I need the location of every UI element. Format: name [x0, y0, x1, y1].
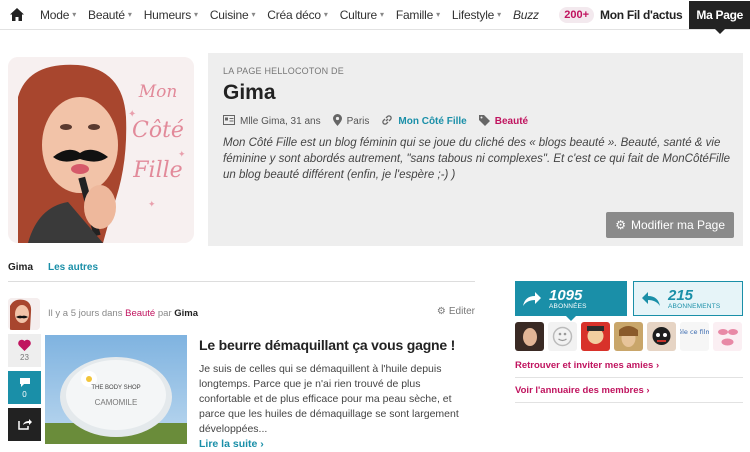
followers-counter[interactable]: 1095 ABONNÉES	[515, 281, 627, 321]
meta-city: Paris	[332, 114, 369, 129]
invite-friends-link[interactable]: Retrouver et inviter mes amies ›	[515, 360, 659, 371]
svg-text:Fille: Fille	[132, 158, 182, 183]
post-actions: 23 0	[8, 334, 41, 445]
profile-info-box: LA PAGE HELLOCOTON DE Gima Mlle Gima, 31…	[208, 53, 743, 246]
post-category-link[interactable]: Beauté	[125, 308, 155, 319]
feed-tabs: Gima Les autres	[8, 262, 98, 273]
like-button[interactable]: 23	[8, 334, 41, 367]
post-excerpt: Je suis de celles qui se démaquillent à …	[199, 363, 459, 450]
svg-text:✦: ✦	[178, 149, 186, 159]
member-directory-link[interactable]: Voir l'annuaire des membres ›	[515, 385, 650, 396]
friend-avatar[interactable]	[581, 322, 610, 351]
edit-post-link[interactable]: ⚙ Editer	[437, 306, 475, 317]
comment-icon	[19, 377, 31, 390]
read-more-link[interactable]: Lire la suite ›	[199, 438, 264, 450]
chevron-down-icon: ▾	[251, 10, 256, 19]
post-author-link[interactable]: Gima	[174, 308, 198, 319]
profile-description: Mon Côté Fille est un blog féminin qui s…	[223, 137, 731, 181]
notification-count-badge[interactable]: 200+	[559, 7, 595, 23]
friend-avatar[interactable]	[647, 322, 676, 351]
chevron-down-icon: ▾	[194, 10, 198, 19]
post-header: Il y a 5 jours dans Beauté par Gima ⚙ Ed…	[8, 298, 475, 330]
nav-item-crea-deco[interactable]: Créa déco ▾	[261, 0, 333, 30]
svg-text:THE BODY SHOP: THE BODY SHOP	[91, 385, 140, 391]
nav-item-humeurs[interactable]: Humeurs ▾	[138, 0, 204, 30]
profile-meta: Mlle Gima, 31 ans Paris Mon Côté Fille B…	[223, 114, 728, 129]
svg-text:✦: ✦	[148, 199, 156, 209]
profile-label: LA PAGE HELLOCOTON DE	[223, 66, 344, 76]
svg-text:Côté: Côté	[132, 118, 184, 143]
like-count: 23	[20, 353, 29, 362]
share-button[interactable]	[8, 408, 41, 441]
avatar[interactable]	[8, 298, 40, 330]
tag-icon	[478, 114, 490, 129]
friend-avatar[interactable]	[614, 322, 643, 351]
news-feed-link[interactable]: Mon Fil d'actus	[600, 8, 683, 22]
gear-icon: ⚙	[615, 218, 626, 232]
nav-item-mode[interactable]: Mode ▾	[34, 0, 82, 30]
svg-text:Mon: Mon	[138, 82, 178, 102]
profile-name: Gima	[223, 81, 276, 104]
post-meta: Il y a 5 jours dans Beauté par Gima	[48, 308, 199, 319]
edit-page-button[interactable]: ⚙ Modifier ma Page	[606, 212, 734, 238]
tab-gima[interactable]: Gima	[8, 262, 33, 273]
tabs-divider	[8, 281, 475, 282]
post-image[interactable]: THE BODY SHOP CAMOMILE	[45, 335, 187, 444]
id-card-icon	[223, 115, 235, 128]
gear-icon: ⚙	[436, 306, 446, 317]
share-icon	[17, 417, 32, 432]
nav-item-beaute[interactable]: Beauté ▾	[82, 0, 138, 30]
chevron-down-icon: ▾	[497, 10, 501, 19]
link-icon	[381, 114, 393, 129]
nav-item-famille[interactable]: Famille ▾	[390, 0, 446, 30]
home-icon[interactable]	[0, 0, 34, 30]
reply-arrow-icon	[634, 291, 668, 306]
nav-item-cuisine[interactable]: Cuisine ▾	[204, 0, 261, 30]
following-counter[interactable]: 215 ABONNEMENTS	[633, 281, 743, 316]
nav-right: 200+ Mon Fil d'actus Ma Page	[559, 0, 750, 34]
meta-blog-link[interactable]: Mon Côté Fille	[381, 114, 467, 129]
svg-text:Mêle ce film !: Mêle ce film !	[680, 328, 709, 336]
meta-person: Mlle Gima, 31 ans	[223, 115, 321, 128]
chevron-down-icon: ▾	[323, 10, 328, 19]
share-arrow-icon	[515, 291, 549, 306]
profile-header: Mon Côté Fille ✦ ✦ ✦ LA PAGE HELLOCOTON …	[8, 53, 743, 246]
friends-list: Mêle ce film !	[515, 322, 742, 351]
friend-avatar[interactable]	[713, 322, 742, 351]
tab-les-autres[interactable]: Les autres	[48, 262, 98, 273]
nav-item-culture[interactable]: Culture ▾	[334, 0, 390, 30]
chevron-down-icon: ▾	[436, 10, 440, 19]
friend-avatar[interactable]	[548, 322, 577, 351]
divider	[515, 377, 743, 378]
comment-button[interactable]: 0	[8, 371, 41, 404]
post-title[interactable]: Le beurre démaquillant ça vous gagne !	[199, 337, 455, 353]
friend-avatar[interactable]: Mêle ce film !	[680, 322, 709, 351]
chevron-down-icon: ▾	[72, 10, 77, 19]
nav-item-lifestyle[interactable]: Lifestyle ▾	[446, 0, 507, 30]
friend-avatar[interactable]	[515, 322, 544, 351]
nav-item-buzz[interactable]: Buzz	[507, 0, 545, 30]
svg-text:✦: ✦	[128, 109, 136, 120]
comment-count: 0	[22, 389, 27, 399]
svg-text:CAMOMILE: CAMOMILE	[95, 398, 138, 407]
heart-icon	[18, 339, 31, 353]
my-page-button[interactable]: Ma Page	[689, 1, 750, 34]
profile-avatar[interactable]: Mon Côté Fille ✦ ✦ ✦	[8, 57, 194, 243]
chevron-down-icon: ▾	[379, 10, 384, 19]
map-pin-icon	[332, 114, 342, 129]
meta-tag-link[interactable]: Beauté	[478, 114, 528, 129]
divider	[515, 402, 743, 403]
top-navigation: Mode ▾ Beauté ▾ Humeurs ▾ Cuisine ▾ Créa déc…	[0, 0, 750, 34]
chevron-down-icon: ▾	[127, 10, 132, 19]
